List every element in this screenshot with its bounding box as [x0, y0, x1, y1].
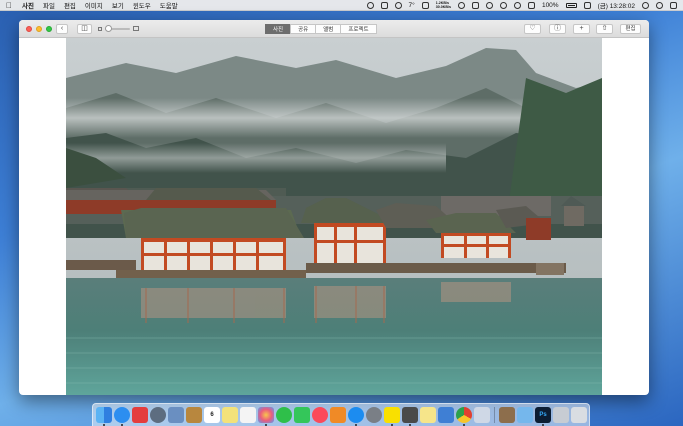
plus-icon: + — [579, 25, 584, 32]
menu-item-window[interactable]: 윈도우 — [133, 0, 151, 10]
tab-photos[interactable]: 사진 — [265, 24, 292, 34]
weather-temperature[interactable]: 7° — [409, 2, 415, 9]
tab-shared[interactable]: 공유 — [290, 24, 317, 34]
zoom-knob[interactable] — [105, 24, 112, 32]
notes-book-icon[interactable] — [186, 407, 202, 423]
menu-item-help[interactable]: 도움말 — [160, 0, 178, 10]
calendar-day: 6 — [210, 412, 214, 418]
photo-image — [66, 38, 602, 395]
facetime-icon[interactable] — [294, 407, 310, 423]
display-status-icon[interactable] — [380, 1, 388, 9]
network-download: 30.0KB/s — [435, 5, 451, 9]
close-button[interactable] — [26, 25, 32, 32]
share-button[interactable]: ⇧ — [596, 24, 613, 34]
preview-icon[interactable] — [168, 407, 184, 423]
safari-icon[interactable] — [114, 407, 130, 426]
heart-icon: ♡ — [529, 25, 536, 32]
info-button[interactable]: ⓘ — [549, 24, 566, 34]
network-speed[interactable]: 1.2KB/s 30.0KB/s — [436, 1, 451, 9]
system-preferences-icon[interactable] — [366, 407, 382, 423]
back-button[interactable]: ‹ — [56, 24, 68, 34]
dock: 6 Ps — [92, 403, 590, 426]
zoom-in-icon — [133, 26, 139, 31]
preview-2-icon[interactable] — [474, 407, 490, 423]
input-source-icon[interactable] — [583, 1, 591, 9]
view-segmented-control: 사진 공유 앨범 프로젝트 — [265, 24, 377, 34]
chrome-icon[interactable] — [456, 407, 472, 426]
add-button[interactable]: + — [573, 24, 590, 34]
stickies-icon[interactable] — [222, 407, 238, 423]
dock-separator — [494, 407, 495, 423]
drive-icon[interactable] — [471, 1, 479, 9]
zoom-out-icon — [98, 26, 102, 31]
edit-button[interactable]: 편집 — [620, 24, 641, 34]
spotlight-search-icon[interactable] — [656, 1, 663, 9]
zoom-slider[interactable] — [98, 24, 139, 32]
tab-albums[interactable]: 앨범 — [315, 24, 342, 34]
calendar-icon[interactable]: 6 — [204, 407, 220, 423]
downloads-stack-icon[interactable] — [499, 407, 515, 423]
apple-icon[interactable]:  — [6, 0, 12, 11]
info-icon: ⓘ — [554, 25, 561, 32]
zoom-track[interactable] — [105, 24, 130, 32]
menu-item-view[interactable]: 보기 — [112, 0, 124, 10]
sidebar-icon: ◫ — [81, 25, 88, 32]
battery-icon[interactable] — [565, 2, 577, 8]
menu-item-image[interactable]: 이미지 — [85, 0, 103, 10]
activity-icon[interactable] — [457, 1, 465, 9]
menu-item-edit[interactable]: 편집 — [64, 0, 76, 10]
folder-icon[interactable] — [517, 407, 533, 423]
launchpad-icon[interactable] — [150, 407, 166, 423]
kakaotalk-icon[interactable] — [384, 407, 400, 426]
favorite-button[interactable]: ♡ — [524, 24, 541, 34]
trash-icon[interactable] — [571, 407, 587, 423]
reminders-icon[interactable] — [240, 407, 256, 423]
photo-viewer[interactable] — [66, 38, 602, 395]
window-toolbar: ‹ ◫ 사진 공유 앨범 프로젝트 ♡ ⓘ + ⇧ 편집 — [19, 20, 649, 38]
books-icon[interactable] — [330, 407, 346, 423]
wifi-icon[interactable] — [513, 1, 521, 9]
notification-center-icon[interactable] — [670, 1, 677, 9]
fullscreen-button[interactable] — [46, 25, 52, 32]
clipboard-status-icon[interactable] — [421, 1, 429, 9]
sync-status-icon[interactable] — [394, 1, 402, 9]
photos-window: ‹ ◫ 사진 공유 앨범 프로젝트 ♡ ⓘ + ⇧ 편집 — [19, 20, 649, 395]
minimize-button[interactable] — [36, 25, 42, 32]
sidebar-toggle-button[interactable]: ◫ — [77, 24, 92, 34]
tab-projects[interactable]: 프로젝트 — [340, 24, 377, 34]
share-icon: ⇧ — [601, 25, 608, 32]
finder-icon[interactable] — [96, 407, 112, 426]
music-icon[interactable] — [312, 407, 328, 423]
app-store-icon[interactable] — [348, 407, 364, 426]
battery-percent[interactable]: 100% — [542, 2, 559, 9]
menubar-clock[interactable]: (금) 13:28:02 — [598, 0, 635, 10]
menu-item-file[interactable]: 파일 — [43, 0, 55, 10]
volume-icon[interactable] — [499, 1, 507, 9]
messages-icon[interactable] — [276, 407, 292, 423]
bluetooth-status-icon[interactable] — [366, 1, 374, 9]
time-machine-icon[interactable] — [485, 1, 493, 9]
photos-icon[interactable] — [258, 407, 274, 426]
notes-icon[interactable] — [420, 407, 436, 423]
keynote-icon[interactable] — [438, 407, 454, 423]
status-area: 7° 1.2KB/s 30.0KB/s 100% (금) 13:28:02 — [366, 0, 677, 10]
window-controls — [26, 25, 52, 32]
documents-stack-icon[interactable] — [553, 407, 569, 423]
chevron-left-icon: ‹ — [60, 25, 64, 32]
photo-booth-icon[interactable] — [132, 407, 148, 423]
menu-bar:  사진 파일 편집 이미지 보기 윈도우 도움말 7° 1.2KB/s 30.… — [0, 0, 683, 11]
sublime-text-icon[interactable] — [402, 407, 418, 426]
photoshop-icon[interactable]: Ps — [535, 407, 551, 426]
airplay-icon[interactable] — [527, 1, 535, 9]
user-icon[interactable] — [642, 1, 649, 9]
menu-item-photos[interactable]: 사진 — [22, 0, 34, 10]
